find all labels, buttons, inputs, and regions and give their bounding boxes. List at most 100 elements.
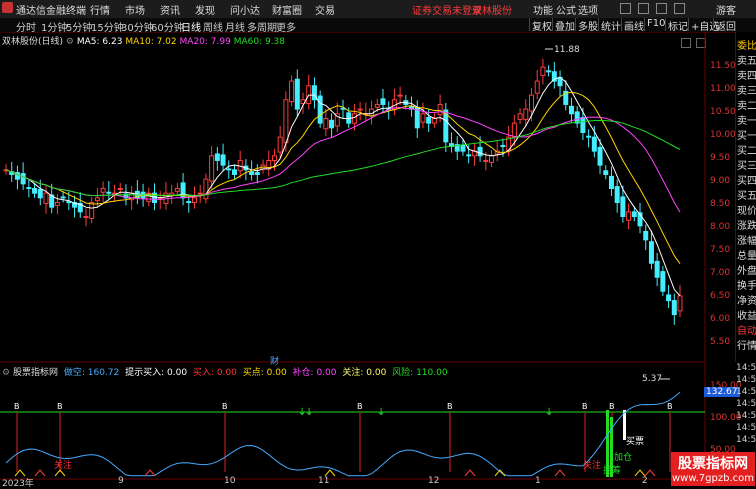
candle-body[interactable]: [546, 70, 552, 73]
stock-tab[interactable]: 双林股份: [472, 2, 512, 17]
quote-outer[interactable]: 外盘: [737, 262, 756, 277]
candle-body[interactable]: [603, 170, 609, 175]
maximize-icon[interactable]: [656, 3, 667, 14]
candle-body[interactable]: [608, 175, 614, 189]
candle-body[interactable]: [666, 294, 672, 302]
candle-body[interactable]: [174, 187, 180, 192]
candle-body[interactable]: [231, 169, 237, 175]
candle-body[interactable]: [631, 211, 637, 218]
candle-body[interactable]: [117, 187, 123, 190]
candle-body[interactable]: [254, 172, 260, 175]
kline-chart-area[interactable]: 双林股份(日线) ⚙ MA5: 6.23 MA10: 7.02 MA20: 7.…: [0, 32, 756, 489]
candle-body[interactable]: [671, 300, 677, 316]
menu-zixun[interactable]: 资讯: [160, 2, 180, 17]
close-icon[interactable]: [674, 3, 685, 14]
candle-body[interactable]: [323, 117, 329, 130]
candle-body[interactable]: [20, 173, 26, 185]
candle-body[interactable]: [43, 192, 49, 204]
quote-netasset[interactable]: 净资: [737, 292, 756, 307]
candle-body[interactable]: [591, 136, 597, 152]
candle-body[interactable]: [511, 122, 517, 138]
settings-icon[interactable]: ⚙: [2, 368, 10, 378]
tool-huaxian[interactable]: 画线: [621, 18, 646, 33]
quote-mai2[interactable]: 卖二: [737, 97, 756, 112]
quote-change-pct[interactable]: 涨幅: [737, 232, 756, 247]
candle-body[interactable]: [374, 103, 380, 108]
menu-gongshi[interactable]: 公式: [556, 2, 576, 17]
candle-body[interactable]: [249, 171, 255, 175]
quote-buy4[interactable]: 买四: [737, 172, 756, 187]
candle-body[interactable]: [597, 146, 603, 166]
candle-body[interactable]: [289, 80, 295, 103]
candle-body[interactable]: [197, 192, 203, 195]
tool-biaoji[interactable]: 标记: [665, 18, 690, 33]
quote-price[interactable]: 现价: [737, 202, 756, 217]
candle-body[interactable]: [568, 105, 574, 115]
quote-buy2[interactable]: 买二: [737, 142, 756, 157]
candle-body[interactable]: [191, 197, 197, 204]
candle-body[interactable]: [420, 113, 426, 123]
quote-volume[interactable]: 总量: [737, 247, 756, 262]
candle-body[interactable]: [37, 188, 43, 199]
candle-body[interactable]: [209, 155, 215, 182]
candle-body[interactable]: [489, 155, 495, 163]
candle-body[interactable]: [283, 99, 289, 144]
candle-body[interactable]: [483, 159, 489, 162]
candle-body[interactable]: [397, 94, 403, 97]
candle-body[interactable]: [460, 145, 466, 152]
candle-body[interactable]: [271, 155, 277, 161]
quote-earnings[interactable]: 收益: [737, 307, 756, 322]
candle-body[interactable]: [648, 241, 654, 264]
candle-body[interactable]: [500, 145, 506, 148]
candle-body[interactable]: [94, 197, 100, 202]
candle-body[interactable]: [528, 94, 534, 112]
candle-body[interactable]: [317, 95, 323, 124]
candle-body[interactable]: [431, 117, 437, 124]
candle-body[interactable]: [203, 178, 209, 200]
candle-body[interactable]: [83, 216, 89, 219]
menu-gongneng[interactable]: 功能: [533, 2, 553, 17]
tool-duogu[interactable]: 多股: [575, 18, 600, 33]
candle-body[interactable]: [100, 187, 106, 193]
candle-body[interactable]: [643, 230, 649, 241]
candle-body[interactable]: [620, 196, 626, 218]
candle-body[interactable]: [426, 117, 432, 124]
candle-body[interactable]: [226, 168, 232, 171]
quote-turnover[interactable]: 换手: [737, 277, 756, 292]
tool-tongji[interactable]: 统计: [598, 18, 623, 33]
candle-body[interactable]: [294, 78, 300, 110]
candle-body[interactable]: [466, 154, 472, 157]
candle-body[interactable]: [614, 186, 620, 204]
tool-fanhui[interactable]: 返回: [713, 18, 738, 33]
menu-faxian[interactable]: 发现: [195, 2, 215, 17]
quote-buy5[interactable]: 买五: [737, 187, 756, 202]
candle-body[interactable]: [580, 117, 586, 133]
candle-body[interactable]: [380, 98, 386, 105]
candle-body[interactable]: [277, 136, 283, 153]
candle-body[interactable]: [540, 66, 546, 76]
quote-mai1[interactable]: 卖一: [737, 112, 756, 127]
candle-body[interactable]: [660, 271, 666, 292]
user-label[interactable]: 游客: [716, 2, 736, 17]
candle-body[interactable]: [220, 154, 226, 166]
menu-xuanxiang[interactable]: 选项: [578, 2, 598, 17]
tool-f10[interactable]: F10: [644, 18, 667, 31]
quote-hangqing[interactable]: 行情: [737, 337, 756, 352]
quote-mai3[interactable]: 卖三: [737, 82, 756, 97]
candle-body[interactable]: [534, 80, 540, 94]
candle-body[interactable]: [106, 191, 112, 194]
quote-buy3[interactable]: 买三: [737, 157, 756, 172]
quote-auto[interactable]: 自动: [737, 322, 756, 337]
candle-body[interactable]: [351, 113, 357, 124]
candle-body[interactable]: [586, 135, 592, 138]
tool-fuquan[interactable]: 复权: [529, 18, 554, 33]
candle-body[interactable]: [437, 103, 443, 116]
candle-body[interactable]: [654, 260, 660, 278]
quote-change[interactable]: 涨跌: [737, 217, 756, 232]
restore-icon[interactable]: [638, 3, 649, 14]
candle-body[interactable]: [26, 187, 32, 190]
candle-body[interactable]: [517, 113, 523, 120]
candle-body[interactable]: [60, 196, 66, 199]
menu-caifuquan[interactable]: 财富圈: [272, 2, 302, 17]
candle-body[interactable]: [677, 295, 683, 312]
